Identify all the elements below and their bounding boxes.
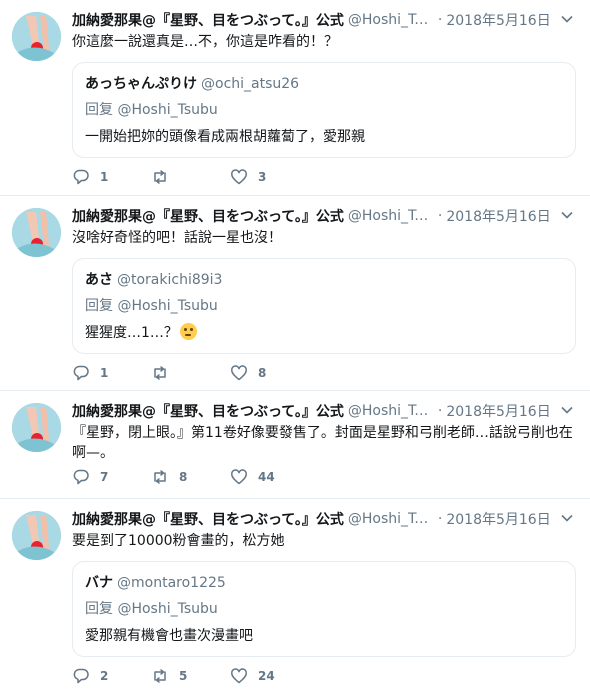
like-count: 3 <box>258 170 267 184</box>
reply-button[interactable]: 2 <box>72 667 151 685</box>
like-button[interactable]: 24 <box>230 667 309 685</box>
tweet-timestamp[interactable]: 2018年5月16日 <box>446 206 550 226</box>
reply-icon <box>73 469 89 485</box>
reply-icon <box>73 365 89 381</box>
separator-dot: · <box>437 511 443 527</box>
like-button[interactable]: 8 <box>230 364 309 382</box>
tweet-text-line: 啊—。 <box>72 445 114 461</box>
quote-author-handle: @ochi_atsu26 <box>201 76 300 92</box>
retweet-button[interactable] <box>151 364 230 382</box>
quote-text: 愛那親有機會也畫次漫畫吧 <box>85 628 253 644</box>
reply-icon <box>73 169 89 185</box>
reply-count: 7 <box>100 470 109 484</box>
separator-dot: · <box>437 403 443 419</box>
tweet[interactable]: 加納愛那果@『星野、目をつぶって。』公式 @Hoshi_Tsubu · 2018… <box>0 391 590 499</box>
quote-text: 一開始把妳的頭像看成兩根胡蘿蔔了，愛那親 <box>85 129 365 145</box>
retweet-count: 8 <box>179 470 188 484</box>
author-name[interactable]: 加納愛那果@『星野、目をつぶって。』公式 <box>72 509 344 529</box>
tweet-timestamp[interactable]: 2018年5月16日 <box>446 401 550 421</box>
reply-count: 1 <box>100 366 109 380</box>
tweet-text: 你這麼一說還真是…不，你這是咋看的！？ <box>72 34 338 50</box>
tweet-feed: 加納愛那果@『星野、目をつぶって。』公式 @Hoshi_Tsubu · 2018… <box>0 0 590 696</box>
tweet-text: 要是到了10000粉會畫的，松方她 <box>72 533 285 549</box>
tweet-text: 沒啥好奇怪的吧！話說一星也沒！ <box>72 230 282 246</box>
author-handle[interactable]: @Hoshi_Tsubu <box>348 511 434 527</box>
author-name[interactable]: 加納愛那果@『星野、目をつぶって。』公式 <box>72 401 344 421</box>
quote-author-name: あさ <box>85 272 113 288</box>
quoted-tweet[interactable]: バナ @montaro1225 回复 @Hoshi_Tsubu 愛那親有機會也畫次… <box>72 561 576 657</box>
chevron-down-icon[interactable] <box>560 403 574 417</box>
tweet-text: 『星野，閉上眼。』第11卷好像要發售了。封面是星野和弓削老師…話說弓削也在 啊—… <box>72 423 576 463</box>
tweet-actions: 7 8 44 <box>72 468 309 486</box>
avatar-image <box>12 208 61 257</box>
separator-dot: · <box>437 12 443 28</box>
quote-reply-context: 回复 @Hoshi_Tsubu <box>85 102 218 118</box>
retweet-count: 5 <box>179 669 188 683</box>
separator-dot: · <box>437 208 443 224</box>
author-name[interactable]: 加納愛那果@『星野、目をつぶって。』公式 <box>72 206 344 226</box>
chevron-down-icon[interactable] <box>560 12 574 26</box>
quote-author-handle: @torakichi89i3 <box>117 272 223 288</box>
chevron-down-icon[interactable] <box>560 511 574 525</box>
retweet-button[interactable]: 8 <box>151 468 230 486</box>
tweet-timestamp[interactable]: 2018年5月16日 <box>446 509 550 529</box>
quote-author-name: あっちゃんぷりけ <box>85 76 197 92</box>
avatar-image <box>12 511 61 560</box>
tweet-timestamp[interactable]: 2018年5月16日 <box>446 10 550 30</box>
author-handle[interactable]: @Hoshi_Tsubu <box>348 403 434 419</box>
quote-author-handle: @montaro1225 <box>117 575 226 591</box>
retweet-icon <box>154 470 166 484</box>
heart-icon <box>231 169 247 185</box>
tweet[interactable]: 加納愛那果@『星野、目をつぶって。』公式 @Hoshi_Tsubu · 2018… <box>0 499 590 696</box>
author-handle[interactable]: @Hoshi_Tsubu <box>348 12 434 28</box>
like-count: 8 <box>258 366 267 380</box>
tweet[interactable]: 加納愛那果@『星野、目をつぶって。』公式 @Hoshi_Tsubu · 2018… <box>0 0 590 196</box>
quoted-tweet[interactable]: あさ @torakichi89i3 回复 @Hoshi_Tsubu 猩猩度…1…？ <box>72 258 576 354</box>
tweet-actions: 1 3 <box>72 168 309 186</box>
heart-icon <box>231 668 247 684</box>
reply-button[interactable]: 1 <box>72 364 151 382</box>
tweet[interactable]: 加納愛那果@『星野、目をつぶって。』公式 @Hoshi_Tsubu · 2018… <box>0 196 590 391</box>
retweet-button[interactable]: 5 <box>151 667 230 685</box>
author-name[interactable]: 加納愛那果@『星野、目をつぶって。』公式 <box>72 10 344 30</box>
retweet-icon <box>154 170 166 184</box>
heart-icon <box>231 365 247 381</box>
avatar-image <box>12 12 61 61</box>
avatar-image <box>12 403 61 452</box>
reply-button[interactable]: 7 <box>72 468 151 486</box>
tweet-text-line: 『星野，閉上眼。』第11卷好像要發售了。封面是星野和弓削老師…話說弓削也在 <box>72 425 573 441</box>
reply-count: 1 <box>100 170 109 184</box>
quote-reply-context: 回复 @Hoshi_Tsubu <box>85 298 218 314</box>
thinking-face-emoji <box>179 323 197 340</box>
chevron-down-icon[interactable] <box>560 208 574 222</box>
like-count: 44 <box>258 470 275 484</box>
reply-button[interactable]: 1 <box>72 168 151 186</box>
like-button[interactable]: 44 <box>230 468 309 486</box>
avatar[interactable] <box>12 511 61 560</box>
retweet-icon <box>154 366 166 380</box>
retweet-button[interactable] <box>151 168 230 186</box>
like-button[interactable]: 3 <box>230 168 309 186</box>
avatar[interactable] <box>12 12 61 61</box>
avatar[interactable] <box>12 403 61 452</box>
retweet-icon <box>154 669 166 683</box>
quote-text: 猩猩度…1…？ <box>85 325 178 341</box>
tweet-actions: 2 5 24 <box>72 667 309 685</box>
quoted-tweet[interactable]: あっちゃんぷりけ @ochi_atsu26 回复 @Hoshi_Tsubu 一開始… <box>72 62 576 158</box>
heart-icon <box>231 469 247 485</box>
author-handle[interactable]: @Hoshi_Tsubu <box>348 208 434 224</box>
like-count: 24 <box>258 669 275 683</box>
quote-reply-context: 回复 @Hoshi_Tsubu <box>85 601 218 617</box>
quote-author-name: バナ <box>85 575 113 591</box>
reply-icon <box>73 668 89 684</box>
tweet-actions: 1 8 <box>72 364 309 382</box>
avatar[interactable] <box>12 208 61 257</box>
reply-count: 2 <box>100 669 109 683</box>
